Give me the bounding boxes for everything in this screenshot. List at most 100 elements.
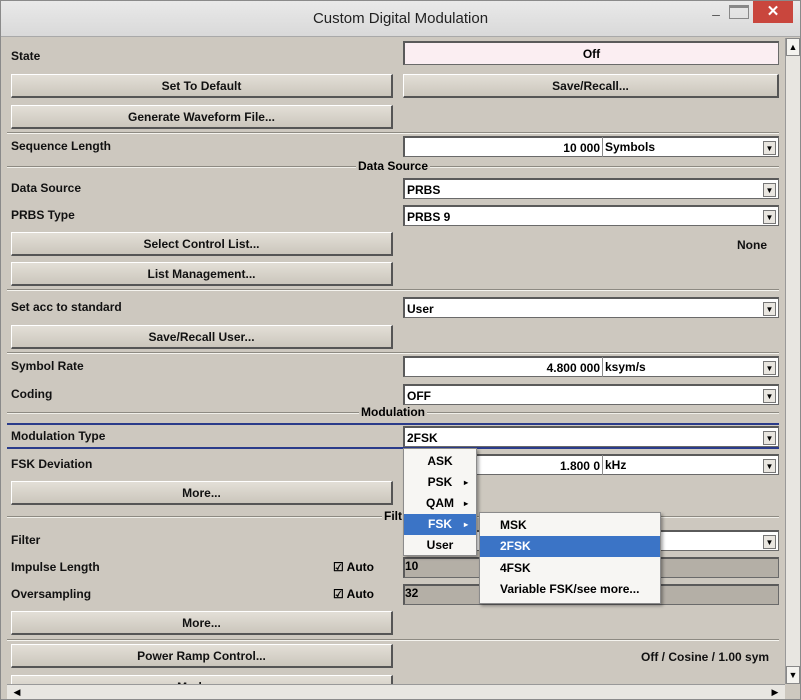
filter-section-title: Filt (382, 509, 404, 523)
dropdown-arrow-icon[interactable]: ▼ (763, 183, 776, 197)
submenu-item-label: MSK (500, 518, 527, 532)
menu-item-qam[interactable]: QAM ▸ (404, 493, 476, 514)
menu-item-user[interactable]: User (404, 535, 476, 556)
fsk-submenu: MSK 2FSK 4FSK Variable FSK/see more... (479, 512, 661, 604)
coding-label: Coding (11, 387, 53, 401)
sequence-length-unit: Symbols (602, 137, 762, 157)
title-bar: Custom Digital Modulation – ✕ (1, 1, 800, 37)
data-source-label: Data Source (11, 181, 82, 195)
submenu-item-label: Variable FSK/see more... (500, 582, 640, 596)
filter-label: Filter (11, 533, 41, 547)
menu-item-fsk[interactable]: FSK ▸ (404, 514, 476, 535)
save-recall-button[interactable]: Save/Recall... (403, 74, 779, 98)
data-source-value: PRBS (407, 183, 441, 197)
control-list-value: None (737, 238, 767, 252)
dialog-window: Custom Digital Modulation – ✕ State Off … (0, 0, 801, 700)
set-to-default-button[interactable]: Set To Default (11, 74, 393, 98)
dropdown-arrow-icon[interactable]: ▼ (763, 535, 776, 549)
menu-item-ask[interactable]: ASK (404, 451, 476, 472)
dropdown-arrow-icon[interactable]: ▼ (763, 361, 776, 375)
dropdown-arrow-icon[interactable]: ▼ (763, 302, 776, 316)
modulation-type-label: Modulation Type (11, 429, 106, 443)
impulse-length-label: Impulse Length (11, 560, 100, 574)
state-value: Off (582, 47, 601, 61)
checkbox-checked-icon: ☑ (333, 560, 344, 574)
power-ramp-control-button[interactable]: Power Ramp Control... (11, 644, 393, 668)
separator (7, 289, 779, 291)
submenu-item-2fsk[interactable]: 2FSK (480, 536, 660, 557)
impulse-length-value: 10 (405, 559, 419, 573)
prbs-type-label: PRBS Type (11, 208, 75, 222)
oversampling-value: 32 (405, 586, 419, 600)
menu-item-psk[interactable]: PSK ▸ (404, 472, 476, 493)
submenu-item-4fsk[interactable]: 4FSK (480, 558, 660, 579)
sequence-length-value: 10 000 (563, 141, 600, 155)
fsk-deviation-value: 1.800 0 (559, 459, 600, 473)
scroll-right-icon[interactable]: ▶ (767, 685, 783, 699)
more-modulation-button[interactable]: More... (11, 481, 393, 505)
more-filter-button[interactable]: More... (11, 611, 393, 635)
dropdown-arrow-icon[interactable]: ▼ (763, 210, 776, 224)
standard-select[interactable]: User ▼ (403, 297, 779, 318)
symbol-rate-value: 4.800 000 (546, 361, 600, 375)
submenu-item-variable-fsk[interactable]: Variable FSK/see more... (480, 579, 660, 600)
vertical-scrollbar[interactable]: ▲ ▼ (785, 38, 800, 684)
scroll-down-icon[interactable]: ▼ (786, 666, 800, 684)
power-ramp-value: Off / Cosine / 1.00 sym (641, 650, 770, 664)
coding-value: OFF (407, 389, 431, 403)
set-acc-standard-label: Set acc to standard (11, 300, 122, 314)
minimize-button[interactable]: – (705, 7, 727, 21)
dropdown-arrow-icon[interactable]: ▼ (763, 389, 776, 403)
dropdown-arrow-icon[interactable]: ▼ (763, 141, 776, 155)
fsk-deviation-unit: kHz (602, 455, 762, 475)
menu-item-label: ASK (427, 454, 453, 468)
sequence-length-field[interactable]: 10 000 Symbols ▼ (403, 136, 779, 157)
modulation-type-value: 2FSK (407, 431, 438, 445)
select-control-list-button[interactable]: Select Control List... (11, 232, 393, 256)
submenu-arrow-icon: ▸ (463, 520, 468, 529)
submenu-arrow-icon: ▸ (463, 478, 468, 487)
list-management-button[interactable]: List Management... (11, 262, 393, 286)
dropdown-arrow-icon[interactable]: ▼ (763, 459, 776, 473)
window-title: Custom Digital Modulation (312, 10, 489, 27)
impulse-length-auto-checkbox[interactable]: ☑ Auto (333, 560, 374, 574)
data-source-section-title: Data Source (355, 159, 431, 173)
submenu-item-label: 4FSK (500, 561, 531, 575)
submenu-item-label: 2FSK (500, 539, 531, 553)
save-recall-user-button[interactable]: Save/Recall User... (11, 325, 393, 349)
marker-button[interactable]: Marker... (11, 675, 393, 684)
separator (7, 352, 779, 354)
scroll-up-icon[interactable]: ▲ (786, 38, 800, 56)
symbol-rate-field[interactable]: 4.800 000 ksym/s ▼ (403, 356, 779, 377)
standard-value: User (407, 302, 434, 316)
submenu-item-msk[interactable]: MSK (480, 515, 660, 536)
separator (7, 132, 779, 134)
prbs-type-value: PRBS 9 (407, 210, 451, 224)
modulation-section: Modulation (7, 405, 779, 419)
submenu-arrow-icon: ▸ (463, 499, 468, 508)
fsk-deviation-label: FSK Deviation (11, 457, 93, 471)
oversampling-auto-checkbox[interactable]: ☑ Auto (333, 587, 374, 601)
generate-waveform-button[interactable]: Generate Waveform File... (11, 105, 393, 129)
oversampling-auto-label: Auto (346, 587, 374, 601)
coding-select[interactable]: OFF ▼ (403, 384, 779, 405)
modulation-type-menu: ASK PSK ▸ QAM ▸ FSK ▸ User (403, 448, 477, 556)
modulation-type-select[interactable]: 2FSK ▼ (403, 426, 779, 447)
settings-panel: State Off Set To Default Save/Recall... … (7, 38, 785, 684)
symbol-rate-unit: ksym/s (602, 357, 762, 377)
oversampling-label: Oversampling (11, 587, 92, 601)
scroll-left-icon[interactable]: ◀ (9, 685, 25, 699)
impulse-length-auto-label: Auto (346, 560, 374, 574)
maximize-button[interactable] (729, 5, 749, 19)
state-label: State (11, 49, 41, 63)
data-source-section: Data Source (7, 159, 779, 173)
separator (7, 639, 779, 641)
close-button[interactable]: ✕ (753, 1, 793, 23)
modulation-section-title: Modulation (359, 405, 427, 419)
state-toggle[interactable]: Off (403, 41, 779, 65)
data-source-select[interactable]: PRBS ▼ (403, 178, 779, 199)
dropdown-arrow-icon[interactable]: ▼ (763, 431, 776, 445)
horizontal-scrollbar[interactable]: ◀ ▶ (7, 684, 785, 699)
checkbox-checked-icon: ☑ (333, 587, 344, 601)
prbs-type-select[interactable]: PRBS 9 ▼ (403, 205, 779, 226)
